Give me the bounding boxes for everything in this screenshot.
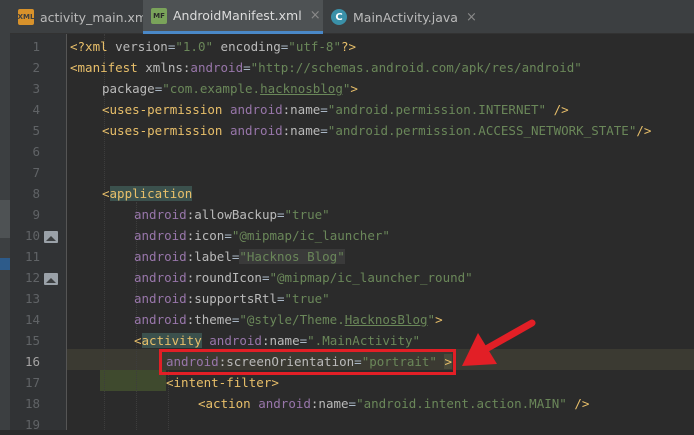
annotation-arrow-icon — [462, 319, 536, 366]
